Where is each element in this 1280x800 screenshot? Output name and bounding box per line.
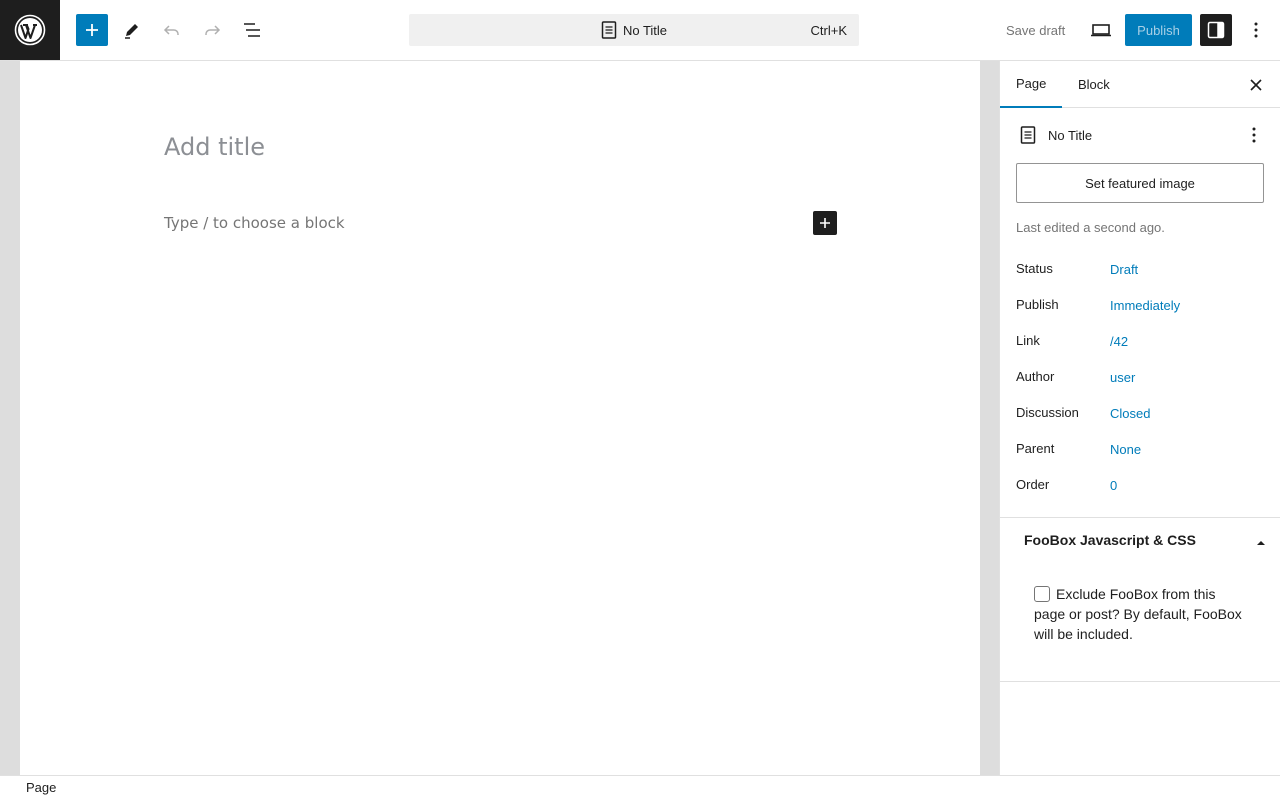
meta-label: Discussion xyxy=(1016,405,1079,420)
exclude-foobox-checkbox[interactable] xyxy=(1034,586,1050,602)
exclude-foobox-label: Exclude FooBox from this page or post? B… xyxy=(1034,586,1242,642)
sidebar-tabs: Page Block xyxy=(1000,61,1280,108)
editor-canvas-area: Add title Type / to choose a block xyxy=(0,61,1000,775)
list-view-icon xyxy=(244,23,260,37)
sidebar-toggle-icon xyxy=(1207,21,1225,39)
undo-icon xyxy=(163,25,179,35)
plus-icon xyxy=(820,218,830,228)
redo-button[interactable] xyxy=(196,14,228,46)
meta-row-discussion: Discussion Closed xyxy=(1016,405,1266,425)
page-icon xyxy=(601,21,617,39)
editor-header: No Title Ctrl+K Save draft Publish xyxy=(0,0,1280,61)
meta-label: Order xyxy=(1016,477,1050,492)
meta-label: Publish xyxy=(1016,297,1059,312)
meta-row-link: Link /42 xyxy=(1016,333,1266,353)
meta-row-order: Order 0 xyxy=(1016,477,1266,497)
meta-row-publish: Publish Immediately xyxy=(1016,297,1266,317)
foobox-panel-title[interactable]: FooBox Javascript & CSS xyxy=(1024,532,1196,548)
inline-block-inserter-button[interactable] xyxy=(813,211,837,235)
keyboard-shortcut: Ctrl+K xyxy=(810,23,847,38)
foobox-option: Exclude FooBox from this page or post? B… xyxy=(1034,584,1248,644)
order-link[interactable]: 0 xyxy=(1110,478,1117,493)
preview-button[interactable] xyxy=(1085,14,1117,46)
more-vertical-icon xyxy=(1252,127,1256,143)
meta-label: Author xyxy=(1016,369,1055,384)
last-edited-text: Last edited a second ago. xyxy=(1016,220,1165,235)
tools-button[interactable] xyxy=(116,14,148,46)
block-appender[interactable]: Type / to choose a block xyxy=(164,214,345,232)
meta-label: Parent xyxy=(1016,441,1055,456)
document-title: No Title xyxy=(622,22,668,38)
plus-icon xyxy=(86,24,98,36)
publish-button[interactable]: Publish xyxy=(1125,14,1192,46)
settings-sidebar: Page Block No Title Set featured image L… xyxy=(999,61,1280,775)
meta-label: Status xyxy=(1016,261,1053,276)
permalink-link[interactable]: /42 xyxy=(1110,334,1128,349)
meta-row-status: Status Draft xyxy=(1016,261,1266,281)
caret-up-icon[interactable] xyxy=(1256,536,1266,546)
list-view-button[interactable] xyxy=(236,14,268,46)
meta-row-parent: Parent None xyxy=(1016,441,1266,461)
author-link[interactable]: user xyxy=(1110,370,1135,385)
meta-label: Link xyxy=(1016,333,1040,348)
tab-block[interactable]: Block xyxy=(1062,61,1126,108)
redo-icon xyxy=(205,25,221,35)
title-input[interactable]: Add title xyxy=(164,133,265,161)
editor-canvas[interactable]: Add title Type / to choose a block xyxy=(20,61,980,775)
discussion-link[interactable]: Closed xyxy=(1110,406,1150,421)
post-title: No Title xyxy=(1048,127,1093,143)
settings-toggle-button[interactable] xyxy=(1200,14,1232,46)
pencil-icon xyxy=(125,24,138,39)
set-featured-image-button[interactable]: Set featured image xyxy=(1016,163,1264,203)
page-icon xyxy=(1016,123,1040,147)
undo-button[interactable] xyxy=(156,14,188,46)
close-sidebar-button[interactable] xyxy=(1244,73,1268,97)
options-button[interactable] xyxy=(1240,14,1272,46)
close-icon xyxy=(1250,79,1262,91)
foobox-panel: FooBox Javascript & CSS Exclude FooBox f… xyxy=(1000,517,1280,682)
desktop-preview-icon xyxy=(1091,24,1111,37)
publish-date-link[interactable]: Immediately xyxy=(1110,298,1180,313)
wordpress-logo-icon[interactable] xyxy=(0,0,60,60)
more-vertical-icon xyxy=(1254,22,1258,38)
status-link[interactable]: Draft xyxy=(1110,262,1138,277)
meta-row-author: Author user xyxy=(1016,369,1266,389)
post-actions-button[interactable] xyxy=(1242,123,1266,147)
post-summary: No Title xyxy=(1016,123,1266,147)
save-draft-button[interactable]: Save draft xyxy=(996,14,1075,46)
command-palette-bar[interactable]: No Title Ctrl+K xyxy=(409,14,859,46)
editor-footer: Page xyxy=(0,775,1280,800)
parent-link[interactable]: None xyxy=(1110,442,1141,457)
tab-page[interactable]: Page xyxy=(1000,61,1063,108)
block-inserter-button[interactable] xyxy=(76,14,108,46)
breadcrumb[interactable]: Page xyxy=(26,780,56,795)
